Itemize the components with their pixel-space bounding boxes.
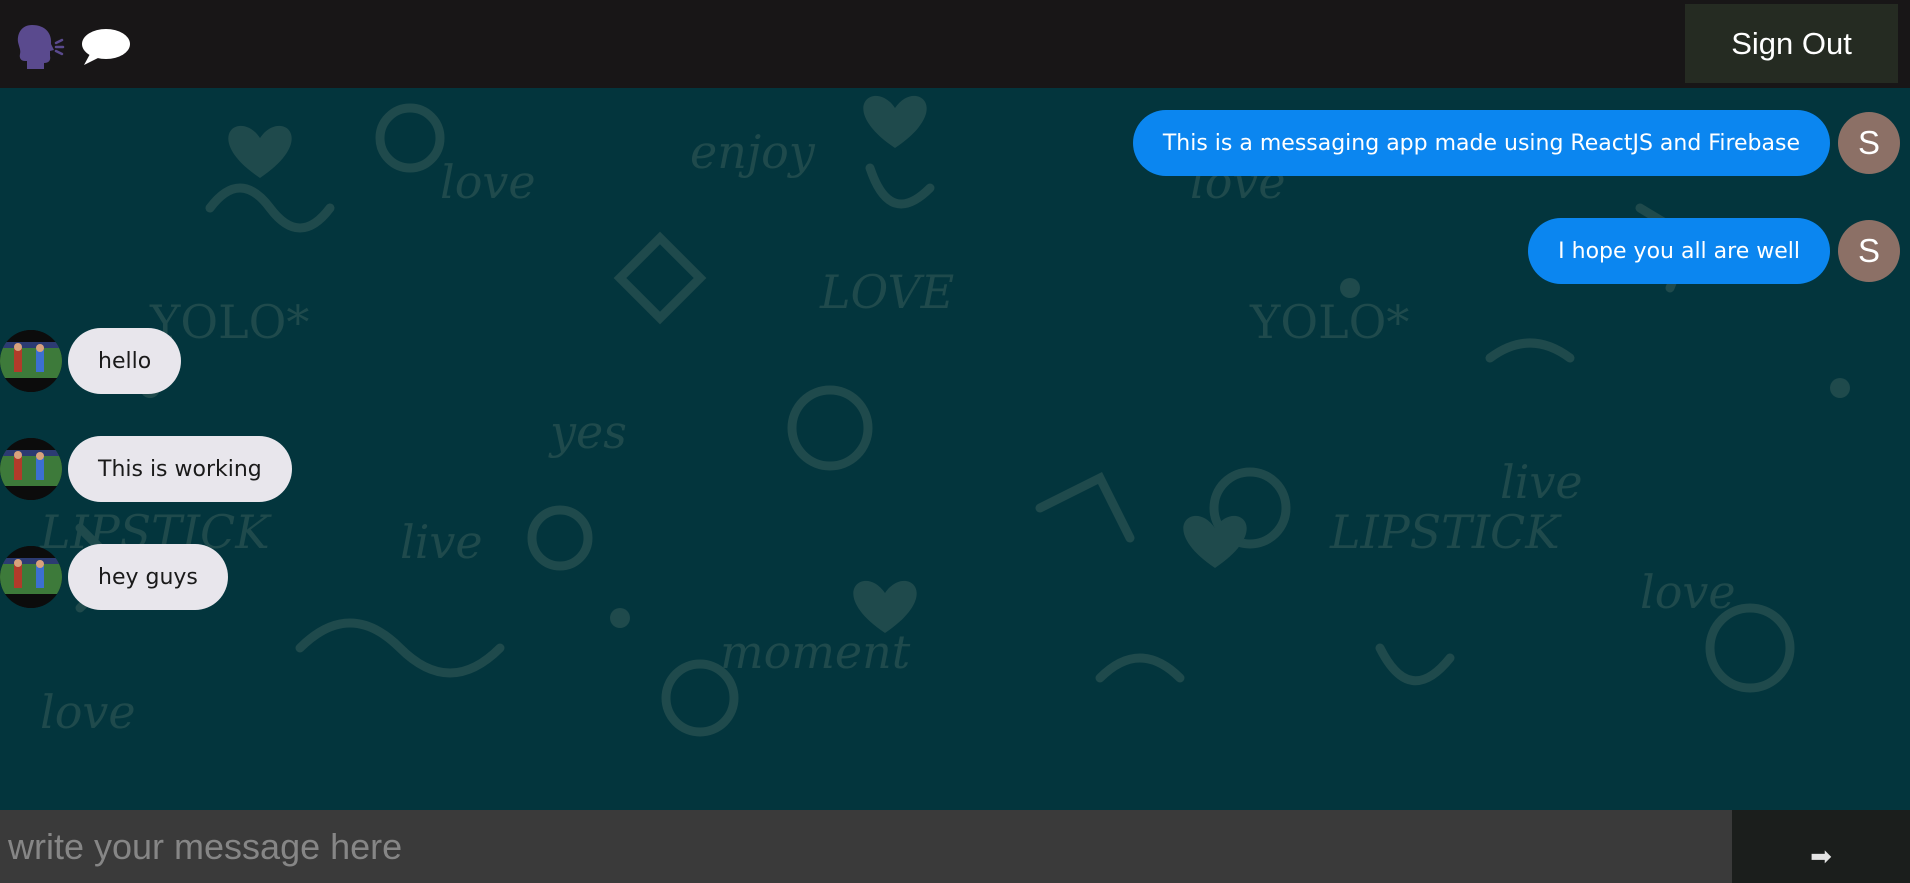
avatar: S bbox=[1838, 220, 1900, 282]
svg-text:LIPSTICK: LIPSTICK bbox=[1329, 505, 1562, 559]
avatar bbox=[0, 330, 62, 392]
app-logo bbox=[16, 22, 132, 72]
svg-text:love: love bbox=[40, 685, 136, 739]
svg-text:live: live bbox=[1500, 455, 1583, 509]
svg-text:love: love bbox=[1640, 565, 1736, 619]
svg-text:LOVE: LOVE bbox=[819, 265, 954, 319]
message-row-sent: This is a messaging app made using React… bbox=[1132, 110, 1900, 176]
message-composer: ➡ bbox=[0, 810, 1910, 883]
arrow-right-icon: ➡ bbox=[1810, 841, 1832, 871]
avatar: S bbox=[1838, 112, 1900, 174]
message-row-received: This is working bbox=[0, 436, 292, 502]
message-bubble-sent: This is a messaging app made using React… bbox=[1132, 110, 1830, 176]
svg-text:moment: moment bbox=[720, 625, 911, 679]
message-input[interactable] bbox=[0, 810, 1732, 883]
svg-text:love: love bbox=[440, 155, 536, 209]
message-row-sent: I hope you all are well S bbox=[1528, 218, 1900, 284]
message-row-received: hello bbox=[0, 328, 182, 394]
message-bubble-sent: I hope you all are well bbox=[1528, 218, 1830, 284]
send-button[interactable]: ➡ bbox=[1732, 810, 1910, 883]
message-row-received: hey guys bbox=[0, 544, 228, 610]
avatar bbox=[0, 438, 62, 500]
svg-text:yes: yes bbox=[548, 405, 627, 459]
svg-text:enjoy: enjoy bbox=[690, 125, 816, 179]
chat-area[interactable]: YOLO* YOLO* love enjoy love yes live liv… bbox=[0, 88, 1910, 810]
avatar bbox=[0, 546, 62, 608]
speech-bubble-icon bbox=[80, 26, 132, 68]
message-bubble-received: hey guys bbox=[68, 544, 228, 610]
speaking-head-icon bbox=[16, 23, 66, 71]
top-bar: Sign Out bbox=[0, 0, 1910, 88]
message-bubble-received: This is working bbox=[68, 436, 292, 502]
sign-out-button[interactable]: Sign Out bbox=[1685, 4, 1898, 83]
message-bubble-received: hello bbox=[68, 328, 182, 394]
svg-text:YOLO*: YOLO* bbox=[1249, 295, 1409, 349]
svg-text:live: live bbox=[400, 515, 483, 569]
